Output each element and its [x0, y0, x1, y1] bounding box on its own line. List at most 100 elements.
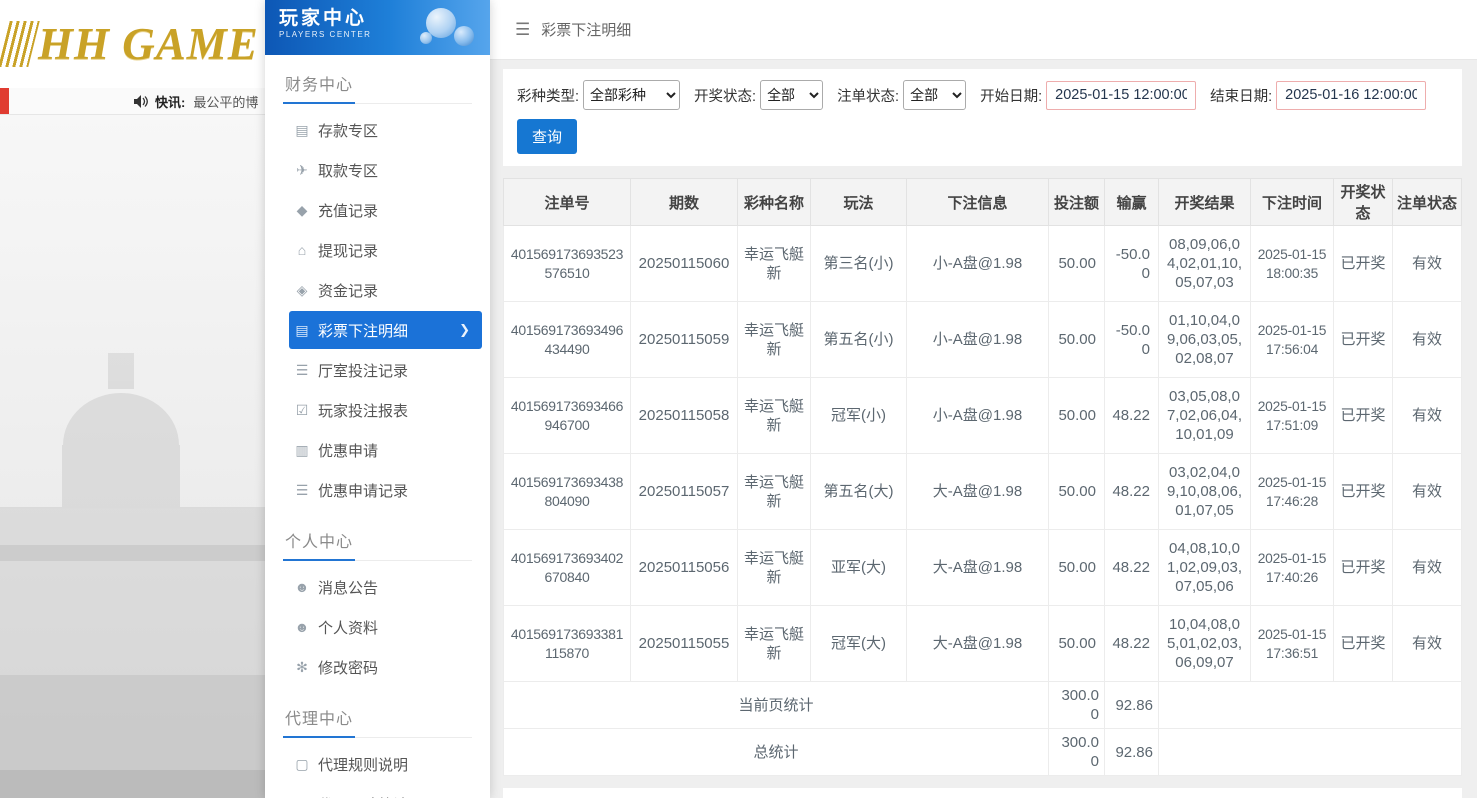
- header-winloss: 输赢: [1104, 178, 1159, 226]
- cell-amount: 50.00: [1048, 377, 1105, 454]
- sidebar-item-recharge-records[interactable]: ◆ 充值记录: [265, 190, 490, 230]
- site-background: HH GAME 快讯: 最公平的博: [0, 0, 265, 798]
- cell-order-id: 401569173693438804090: [503, 453, 631, 530]
- ticker-accent-block: [0, 88, 9, 114]
- hall-bet-record-icon: ☰: [295, 361, 309, 378]
- cell-order-status: 有效: [1392, 377, 1462, 454]
- cell-period: 20250115055: [630, 605, 738, 682]
- bet-table: 注单号 期数 彩种名称 玩法 下注信息 投注额 输赢 开奖结果 下注时间 开奖状…: [503, 178, 1462, 776]
- cell-lottery: 幸运飞艇新: [737, 605, 811, 682]
- sidebar-item-player-bet-report[interactable]: ☑ 玩家投注报表: [265, 390, 490, 430]
- sidebar-item-messages[interactable]: ☻ 消息公告: [265, 567, 490, 607]
- end-date-input[interactable]: [1276, 80, 1427, 110]
- cell-amount: 50.00: [1048, 301, 1105, 378]
- table-row: 401569173693438804090 20250115057 幸运飞艇新 …: [503, 453, 1462, 530]
- ticker-label: 快讯:: [155, 94, 186, 110]
- cell-bet-info: 小-A盘@1.98: [906, 301, 1049, 378]
- cell-order-status: 有效: [1392, 605, 1462, 682]
- table-row: 401569173693496434490 20250115059 幸运飞艇新 …: [503, 301, 1462, 378]
- recharge-record-icon: ◆: [296, 201, 308, 218]
- capitol-background-image: [0, 115, 265, 798]
- section-personal-center: 个人中心: [283, 524, 472, 561]
- sidebar-item-hall-bet-records[interactable]: ☰ 厅室投注记录: [265, 350, 490, 390]
- menu-toggle-icon[interactable]: ☰: [515, 20, 530, 40]
- cell-lottery: 幸运飞艇新: [737, 301, 811, 378]
- cell-bet-info: 小-A盘@1.98: [906, 225, 1049, 302]
- sidebar-item-agent-team-stats[interactable]: ▦ 代理团队统计: [265, 784, 490, 798]
- cell-lottery: 幸运飞艇新: [737, 453, 811, 530]
- header-period: 期数: [630, 178, 738, 226]
- lottery-bet-detail-icon: ▤: [295, 321, 309, 338]
- cell-winloss: -50.00: [1104, 301, 1159, 378]
- header-bet-info: 下注信息: [906, 178, 1049, 226]
- header-bet-time: 下注时间: [1250, 178, 1334, 226]
- header-order-status: 注单状态: [1392, 178, 1462, 226]
- sidebar-item-lottery-bet-details[interactable]: ▤ 彩票下注明细 ❯: [289, 311, 482, 349]
- cell-amount: 50.00: [1048, 453, 1105, 530]
- sidebar-header: 玩家中心 PLAYERS CENTER: [265, 0, 490, 55]
- end-date-label: 结束日期:: [1210, 88, 1273, 105]
- cell-draw-status: 已开奖: [1333, 225, 1393, 302]
- section-finance-center: 财务中心: [283, 67, 472, 104]
- sidebar-item-promo-apply-records[interactable]: ☰ 优惠申请记录: [265, 470, 490, 510]
- filter-panel: 彩种类型: 全部彩种 开奖状态: 全部 注单状态: 全部 开始日期: 结束日期:…: [503, 69, 1462, 166]
- sidebar: 玩家中心 PLAYERS CENTER 财务中心 ▤ 存款专区 ✈ 取款专区 ◆…: [265, 0, 490, 798]
- header-lottery-name: 彩种名称: [737, 178, 811, 226]
- sidebar-item-cashout-records[interactable]: ⌂ 提现记录: [265, 230, 490, 270]
- draw-status-select[interactable]: 全部: [760, 80, 824, 110]
- message-icon: ☻: [294, 579, 310, 595]
- main-content: ☰ 彩票下注明细 彩种类型: 全部彩种 开奖状态: 全部 注单状态: 全部 开始…: [490, 0, 1477, 798]
- sidebar-item-agent-rules[interactable]: ▢ 代理规则说明: [265, 744, 490, 784]
- site-logo[interactable]: HH GAME: [38, 18, 259, 70]
- cell-time: 2025-01-15 17:56:04: [1250, 301, 1334, 378]
- cell-bet-info: 大-A盘@1.98: [906, 529, 1049, 606]
- cell-period: 20250115059: [630, 301, 738, 378]
- cell-time: 2025-01-15 17:51:09: [1250, 377, 1334, 454]
- sidebar-item-funds-records[interactable]: ◈ 资金记录: [265, 270, 490, 310]
- header-result: 开奖结果: [1158, 178, 1251, 226]
- cell-order-id: 401569173693466946700: [503, 377, 631, 454]
- lottery-type-select[interactable]: 全部彩种: [583, 80, 681, 110]
- agent-menu-group: ▢ 代理规则说明 ▦ 代理团队统计: [265, 740, 490, 798]
- sidebar-item-promo-apply[interactable]: ▥ 优惠申请: [265, 430, 490, 470]
- promo-apply-record-icon: ☰: [295, 481, 309, 498]
- order-status-select[interactable]: 全部: [903, 80, 967, 110]
- cell-result: 04,08,10,01,02,09,03,07,05,06: [1158, 529, 1251, 606]
- cell-play: 第五名(大): [810, 453, 907, 530]
- deposit-icon: ▤: [295, 121, 309, 138]
- site-logo-bar: HH GAME: [0, 0, 265, 88]
- cell-winloss: 48.22: [1104, 529, 1159, 606]
- cell-period: 20250115060: [630, 225, 738, 302]
- header-amount: 投注额: [1048, 178, 1105, 226]
- header-draw-status: 开奖状态: [1333, 178, 1393, 226]
- start-date-input[interactable]: [1046, 80, 1197, 110]
- summary-current-winloss: 92.86: [1104, 681, 1159, 729]
- summary-total-winloss: 92.86: [1104, 728, 1159, 776]
- sidebar-item-withdraw-zone[interactable]: ✈ 取款专区: [265, 150, 490, 190]
- cell-order-id: 401569173693523576510: [503, 225, 631, 302]
- cell-period: 20250115056: [630, 529, 738, 606]
- cell-amount: 50.00: [1048, 605, 1105, 682]
- sidebar-item-change-password[interactable]: ✻ 修改密码: [265, 647, 490, 687]
- finance-menu-group: ▤ 存款专区 ✈ 取款专区 ◆ 充值记录 ⌂ 提现记录 ◈ 资金记录 ▤ 彩票下…: [265, 106, 490, 512]
- summary-row-current-page: 当前页统计 300.00 92.86: [503, 681, 1462, 729]
- cell-draw-status: 已开奖: [1333, 529, 1393, 606]
- logo-bars-icon: [0, 21, 40, 67]
- table-row: 401569173693523576510 20250115060 幸运飞艇新 …: [503, 225, 1462, 302]
- sidebar-item-deposit-zone[interactable]: ▤ 存款专区: [265, 110, 490, 150]
- sidebar-item-profile[interactable]: ☻ 个人资料: [265, 607, 490, 647]
- lottery-type-label: 彩种类型:: [517, 88, 580, 105]
- start-date-label: 开始日期:: [980, 88, 1043, 105]
- table-row: 401569173693402670840 20250115056 幸运飞艇新 …: [503, 529, 1462, 606]
- cell-play: 第五名(小): [810, 301, 907, 378]
- section-agent-center: 代理中心: [283, 701, 472, 738]
- summary-current-amount: 300.00: [1048, 681, 1105, 729]
- page-topbar: ☰ 彩票下注明细: [490, 0, 1477, 60]
- agent-rules-icon: ▢: [295, 755, 309, 772]
- cell-result: 08,09,06,04,02,01,10,05,07,03: [1158, 225, 1251, 302]
- cell-draw-status: 已开奖: [1333, 301, 1393, 378]
- cell-result: 10,04,08,05,01,02,03,06,09,07: [1158, 605, 1251, 682]
- table-row: 401569173693381115870 20250115055 幸运飞艇新 …: [503, 605, 1462, 682]
- cell-order-id: 401569173693381115870: [503, 605, 631, 682]
- search-button[interactable]: 查询: [517, 119, 578, 154]
